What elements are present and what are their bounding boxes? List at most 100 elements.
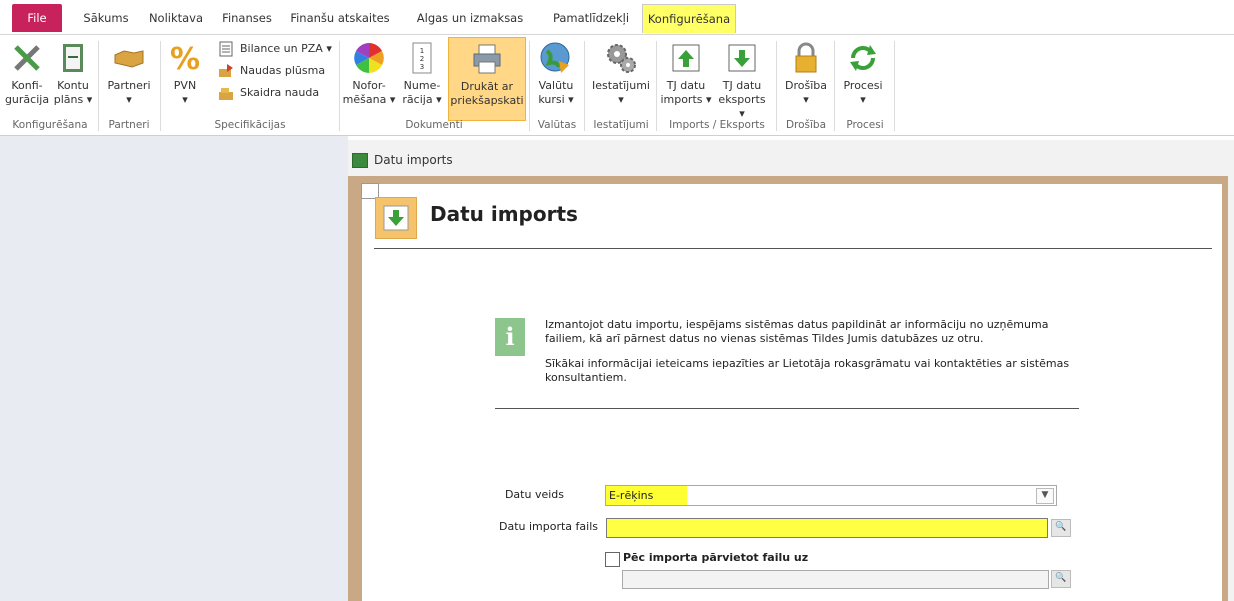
browse-file-button[interactable]: 🔍 [1051, 519, 1071, 537]
tj-datu-imports-button[interactable]: TJ datu imports ▾ [660, 37, 712, 119]
partneri-label-2: ▾ [126, 93, 132, 106]
numbered-page-icon: 123 [412, 42, 432, 74]
percent-icon: % [170, 42, 200, 75]
noformesana-button[interactable]: Nofor- mēšana ▾ [342, 37, 396, 119]
procesi-button[interactable]: Procesi ▾ [838, 37, 888, 119]
naudas-plusma-button[interactable]: Naudas plūsma [218, 61, 325, 81]
bilance-button[interactable]: Bilance un PZA ▾ [218, 39, 332, 59]
info-icon: i [495, 318, 525, 356]
gears-icon [607, 44, 636, 73]
group-label-drosiba: Drošība [785, 119, 827, 131]
svg-text:%: % [170, 42, 200, 75]
ledger-book-icon [63, 44, 83, 72]
window-title: Datu imports [374, 153, 453, 167]
move-path-input[interactable] [622, 570, 1049, 589]
konfiguracija-label-1: Konfi- [11, 79, 43, 92]
import-header-icon [375, 197, 417, 239]
tj-imports-label-1: TJ datu [666, 79, 706, 92]
konfiguracija-button[interactable]: Konfi- gurācija [4, 37, 50, 119]
color-wheel-icon [354, 43, 384, 73]
drukat-label-2: priekšapskati [450, 94, 524, 107]
browse-folder-button[interactable]: 🔍 [1051, 570, 1071, 588]
valutu-kursi-label-1: Valūtu [538, 79, 574, 92]
move-file-label: Pēc importa pārvietot failu uz [623, 551, 809, 564]
tools-icon [14, 45, 40, 71]
tj-imports-label-2: imports ▾ [660, 93, 712, 106]
noformesana-label-1: Nofor- [352, 79, 386, 92]
pvn-label-1: PVN [173, 79, 197, 92]
tab-konfiguresana[interactable]: Konfigurēšana [642, 4, 736, 33]
procesi-label-1: Procesi [843, 79, 883, 92]
tab-finansu-atskaites[interactable]: Finanšu atskaites [285, 4, 395, 32]
padlock-icon [795, 42, 817, 73]
import-arrow-icon [672, 44, 700, 72]
tab-algas-un-izmaksas[interactable]: Algas un izmaksas [410, 4, 530, 32]
ribbon-separator [160, 41, 161, 131]
chevron-down-icon[interactable]: ▼ [1036, 488, 1054, 504]
ribbon-tab-bar: File Sākums Noliktava Finanses Finanšu a… [0, 0, 1234, 35]
svg-text:2: 2 [420, 55, 424, 63]
ribbon-separator [776, 41, 777, 131]
numeracija-label-2: rācija ▾ [402, 93, 442, 106]
valutu-kursi-button[interactable]: Valūtu kursi ▾ [532, 37, 580, 119]
tab-pamatlidzekli[interactable]: Pamatlīdzekļi [542, 4, 640, 32]
window-title-bar[interactable]: Datu imports [348, 148, 1234, 172]
info-divider [495, 408, 1079, 409]
kontu-plans-button[interactable]: Kontu plāns ▾ [52, 37, 94, 119]
svg-text:1: 1 [420, 47, 424, 55]
svg-text:3: 3 [420, 63, 424, 71]
group-label-konfiguresana: Konfigurēšana [12, 119, 88, 131]
noformesana-label-2: mēšana ▾ [342, 93, 396, 106]
drukat-ar-priekšapskati-button[interactable]: Drukāt ar priekšapskati [448, 37, 526, 121]
skaidra-nauda-button[interactable]: Skaidra nauda [218, 83, 319, 103]
move-file-checkbox[interactable] [605, 552, 620, 567]
header-divider [374, 248, 1212, 249]
pvn-button[interactable]: % PVN ▾ [164, 37, 206, 119]
drukat-label-1: Drukāt ar [460, 80, 514, 93]
handshake-icon [114, 50, 144, 68]
tab-finanses[interactable]: Finanses [218, 4, 276, 32]
tab-noliktava[interactable]: Noliktava [143, 4, 209, 32]
numeracija-button[interactable]: 123 Nume- rācija ▾ [398, 37, 446, 119]
ribbon: Konfi- gurācija Kontu plāns ▾ Partneri ▾… [0, 35, 1234, 136]
ribbon-separator [656, 41, 657, 131]
group-label-procesi: Procesi [846, 119, 884, 131]
tj-datu-eksports-button[interactable]: TJ datu eksports ▾ [714, 37, 770, 120]
navigation-pane [0, 136, 348, 601]
group-label-specifikacijas: Specifikācijas [214, 119, 286, 131]
group-label-iestatijumi: Iestatījumi [593, 119, 649, 131]
datu-importa-fails-label: Datu importa fails [498, 520, 598, 533]
document-list-icon [219, 41, 233, 57]
tab-sakums[interactable]: Sākums [80, 4, 132, 32]
ribbon-separator [339, 41, 340, 131]
coins-icon [219, 88, 233, 100]
tab-file[interactable]: File [12, 4, 62, 32]
skaidra-nauda-label: Skaidra nauda [240, 86, 320, 99]
group-label-imports-eksports: Imports / Eksports [669, 119, 765, 131]
ribbon-separator [98, 41, 99, 131]
info-paragraph-2: Sīkākai informācijai ieteicams iepazītie… [545, 357, 1070, 384]
iestatijumi-button[interactable]: Iestatījumi ▾ [588, 37, 654, 119]
export-arrow-icon [728, 44, 756, 72]
money-flow-icon [219, 64, 233, 77]
info-paragraph-1: Izmantojot datu importu, iespējams sistē… [545, 318, 1049, 345]
datu-importa-fails-input[interactable] [606, 518, 1048, 538]
drosiba-button[interactable]: Drošība ▾ [782, 37, 830, 119]
drosiba-label-2: ▾ [803, 93, 809, 106]
group-label-partneri: Partneri [108, 119, 150, 131]
tj-eksports-label-2: eksports ▾ [718, 93, 766, 120]
datu-veids-select[interactable]: E-rēķins ▼ [605, 485, 1057, 506]
datu-imports-window: Datu imports Datu imports i Izmantojot d… [348, 140, 1234, 601]
valutu-kursi-label-2: kursi ▾ [538, 93, 574, 106]
iestatijumi-label-2: ▾ [618, 93, 624, 106]
datu-veids-label: Datu veids [504, 488, 564, 501]
tj-eksports-label-1: TJ datu [722, 79, 762, 92]
info-text: Izmantojot datu importu, iespējams sistē… [545, 318, 1085, 396]
naudas-plusma-label: Naudas plūsma [240, 64, 326, 77]
import-arrow-icon [383, 205, 409, 231]
form-header-title: Datu imports [430, 202, 578, 226]
ribbon-separator [529, 41, 530, 131]
partneri-label-1: Partneri [107, 79, 151, 92]
partneri-button[interactable]: Partneri ▾ [104, 37, 154, 119]
datu-veids-value: E-rēķins [606, 486, 687, 505]
